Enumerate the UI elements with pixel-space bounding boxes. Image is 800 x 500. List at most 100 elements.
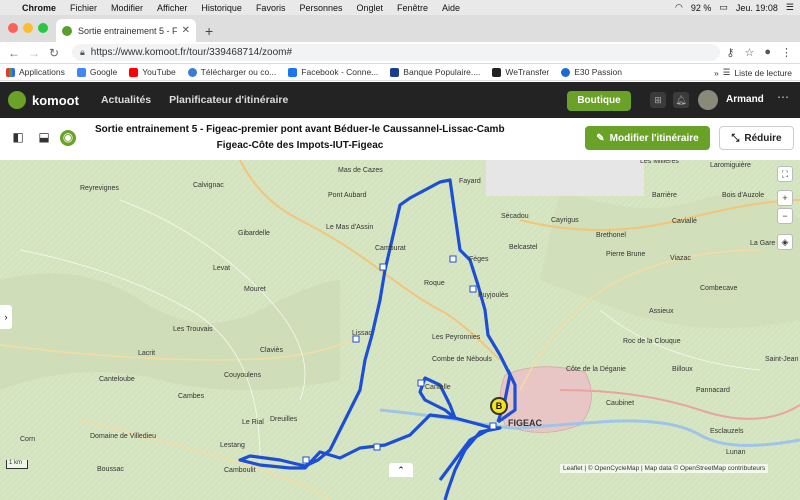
sidebar-toggle-icon[interactable]: ◧ xyxy=(10,130,26,146)
menu-fichier[interactable]: Fichier xyxy=(70,3,97,13)
reduce-button[interactable]: ⤡ Réduire xyxy=(719,126,794,150)
reload-icon[interactable]: ↻ xyxy=(48,46,60,60)
place-label: Cambes xyxy=(178,393,205,400)
forward-arrow-icon[interactable]: → xyxy=(28,46,40,60)
chrome-menu-icon[interactable]: ⋮ xyxy=(781,46,792,59)
place-label: La Gare xyxy=(750,240,776,247)
place-label: Les Millières xyxy=(640,160,679,165)
chevron-more-icon[interactable]: » xyxy=(714,68,719,78)
menu-personnes[interactable]: Personnes xyxy=(299,3,342,13)
nav-actualites[interactable]: Actualités xyxy=(101,94,151,106)
edit-route-button[interactable]: ✎ Modifier l'itinéraire xyxy=(585,126,710,150)
reading-list-icon: ☰ xyxy=(722,67,731,77)
komoot-logo[interactable]: komoot xyxy=(8,91,79,109)
expand-sidebar-chevron-icon[interactable]: › xyxy=(0,305,12,329)
nav-planificateur[interactable]: Planificateur d'itinéraire xyxy=(169,94,288,106)
browser-tab-active[interactable]: Sortie entrainement 5 - Figeac ✕ xyxy=(56,19,196,42)
route-end-marker[interactable]: B xyxy=(490,397,508,415)
komoot-header: komoot Actualités Planificateur d'itinér… xyxy=(0,82,800,118)
avatar[interactable] xyxy=(698,90,718,110)
menu-favoris[interactable]: Favoris xyxy=(256,3,286,13)
komoot-logo-icon xyxy=(8,91,26,109)
bookmark-facebook[interactable]: Facebook - Conne... xyxy=(288,67,378,77)
bookmark-applications[interactable]: Applications xyxy=(6,67,65,77)
layers-icon[interactable]: ◈ xyxy=(777,234,793,250)
place-label: Assieux xyxy=(649,308,674,315)
place-label: Corn xyxy=(20,436,36,443)
place-label: Roque xyxy=(424,280,445,287)
bottom-panel-icon[interactable]: ⬓ xyxy=(36,130,52,146)
battery-icon[interactable]: ▭ xyxy=(719,2,728,13)
zoom-out-icon[interactable]: − xyxy=(777,208,793,224)
bookmark-e30-passion[interactable]: E30 Passion xyxy=(561,67,622,77)
map-canvas[interactable]: Mas de Cazes Fayard Reyrevignes Calvignac Po… xyxy=(0,160,800,500)
bookmark-google[interactable]: Google xyxy=(76,67,117,77)
place-label: Canteloube xyxy=(99,376,135,383)
new-tab-icon[interactable]: + xyxy=(205,23,213,39)
notification-bell-icon[interactable]: 🔔︎ xyxy=(673,92,689,108)
bookmark-youtube[interactable]: YouTube xyxy=(129,67,176,77)
place-label: Gibardelle xyxy=(238,230,270,237)
place-label: Pannacard xyxy=(696,387,730,394)
place-label: Cayrigus xyxy=(551,217,579,224)
place-label: Boussac xyxy=(97,466,124,473)
browser-tab-strip: Sortie entrainement 5 - Figeac ✕ + xyxy=(0,15,800,42)
place-label: Mas de Cazes xyxy=(338,167,383,174)
menu-modifier[interactable]: Modifier xyxy=(111,3,143,13)
menu-aide[interactable]: Aide xyxy=(442,3,460,13)
place-label: Viazac xyxy=(670,255,691,262)
url-field[interactable]: 🔒︎ https://www.komoot.fr/tour/339468714/… xyxy=(72,44,720,61)
menu-fenetre[interactable]: Fenêtre xyxy=(397,3,428,13)
place-label: Lestang xyxy=(220,442,245,449)
username[interactable]: Armand xyxy=(726,94,764,105)
more-options-icon[interactable]: ⋯ xyxy=(777,90,789,104)
place-label: Puyjoulès xyxy=(478,292,509,299)
expand-panel-chevron-up-icon[interactable]: ⌃ xyxy=(389,463,413,477)
place-label: Calvignac xyxy=(193,182,224,189)
place-label: Claviès xyxy=(260,347,283,354)
close-tab-icon[interactable]: ✕ xyxy=(182,25,190,36)
collapse-icon: ⤡ xyxy=(731,132,740,144)
place-label: Côte de la Déganie xyxy=(566,366,626,373)
place-label: Laromiguière xyxy=(710,162,751,169)
boutique-button[interactable]: Boutique xyxy=(567,91,631,111)
address-bar-row: ← → ↻ 🔒︎ https://www.komoot.fr/tour/3394… xyxy=(0,42,800,64)
bookmark-wetransfer[interactable]: WeTransfer xyxy=(492,67,549,77)
menu-historique[interactable]: Historique xyxy=(201,3,242,13)
lock-icon[interactable]: 🔒︎ xyxy=(80,47,85,58)
add-icon[interactable]: ⊞ xyxy=(650,92,666,108)
komoot-favicon xyxy=(62,25,72,36)
place-label: Fèges xyxy=(469,256,489,263)
apps-grid-icon xyxy=(6,67,15,77)
macos-menubar: Chrome Fichier Modifier Afficher Histori… xyxy=(0,0,800,15)
back-arrow-icon[interactable]: ← xyxy=(8,46,20,60)
zoom-window-button[interactable] xyxy=(38,23,48,33)
place-label: Brethonel xyxy=(596,232,626,239)
url-text: https://www.komoot.fr/tour/339468714/zoo… xyxy=(90,47,293,58)
key-icon[interactable]: ⚷ xyxy=(726,46,734,59)
place-label: Esclauzels xyxy=(710,428,744,435)
bookmark-banque-populaire[interactable]: Banque Populaire.... xyxy=(390,67,480,77)
place-label: Belcastel xyxy=(509,244,538,251)
menu-extras-icon[interactable]: ☰ xyxy=(786,2,794,13)
fullscreen-icon[interactable]: ⛶ xyxy=(777,166,793,182)
tour-toolbar: ◧ ⬓ ◉ Sortie entrainement 5 - Figeac-pre… xyxy=(0,118,800,160)
menu-app-name[interactable]: Chrome xyxy=(22,3,56,13)
place-label: Cantelle xyxy=(425,384,451,391)
wifi-icon[interactable]: ◠ xyxy=(675,2,683,13)
bookmark-telecharger[interactable]: Télécharger ou co... xyxy=(187,67,276,77)
bookmark-star-icon[interactable]: ☆ xyxy=(744,46,754,59)
minimize-window-button[interactable] xyxy=(23,23,33,33)
menu-onglet[interactable]: Onglet xyxy=(356,3,383,13)
menu-afficher[interactable]: Afficher xyxy=(157,3,187,13)
scale-bar: 1 km xyxy=(6,460,28,469)
eye-icon[interactable]: ◉ xyxy=(60,130,76,146)
place-label: Fayard xyxy=(459,178,481,185)
globe-icon xyxy=(187,67,197,77)
place-label: Mouret xyxy=(244,286,266,293)
reading-list-button[interactable]: » ☰ Liste de lecture xyxy=(714,67,792,78)
profile-icon[interactable]: ● xyxy=(764,46,771,59)
zoom-in-icon[interactable]: + xyxy=(777,190,793,206)
clock[interactable]: Jeu. 19:08 xyxy=(736,3,778,13)
close-window-button[interactable] xyxy=(8,23,18,33)
